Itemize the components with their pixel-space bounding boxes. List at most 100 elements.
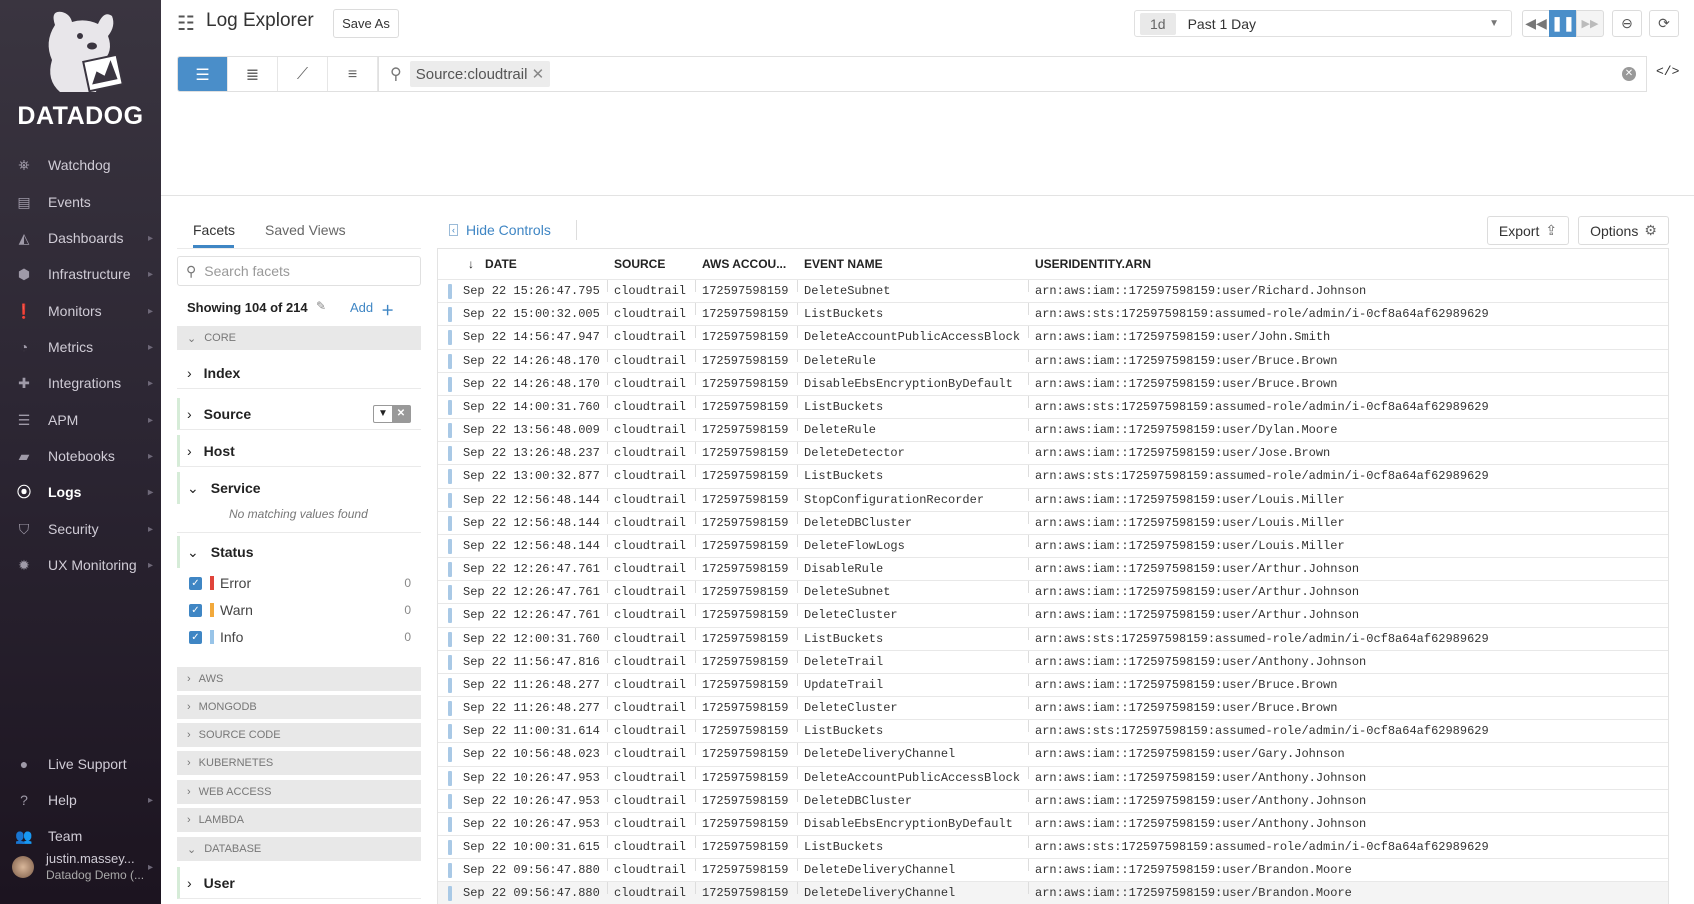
table-row[interactable]: Sep 22 12:00:31.760cloudtrail17259759815… — [438, 627, 1669, 650]
checkbox-checked-icon[interactable]: ✓ — [189, 631, 202, 644]
sidebar-item-monitors[interactable]: ❗Monitors▸ — [0, 295, 161, 327]
checkbox-checked-icon[interactable]: ✓ — [189, 604, 202, 617]
compact-list-button[interactable]: ≣ — [228, 57, 278, 92]
list-view-button[interactable]: ☰ — [178, 57, 228, 92]
table-row[interactable]: Sep 22 11:26:48.277cloudtrail17259759815… — [438, 696, 1669, 719]
facet-group-kubernetes[interactable]: ›KUBERNETES — [177, 751, 421, 775]
table-row[interactable]: Sep 22 12:26:47.761cloudtrail17259759815… — [438, 603, 1669, 626]
table-row[interactable]: Sep 22 12:56:48.144cloudtrail17259759815… — [438, 488, 1669, 511]
status-checkbox-error[interactable]: ✓Error0 — [189, 575, 411, 591]
sidebar-item-live-support[interactable]: ●Live Support — [0, 748, 161, 780]
code-icon[interactable]: </> — [1656, 64, 1679, 79]
table-row[interactable]: Sep 22 10:26:47.953cloudtrail17259759815… — [438, 766, 1669, 789]
table-row[interactable]: Sep 22 12:56:48.144cloudtrail17259759815… — [438, 511, 1669, 534]
status-checkbox-info[interactable]: ✓Info0 — [189, 629, 411, 645]
table-row[interactable]: Sep 22 12:26:47.761cloudtrail17259759815… — [438, 557, 1669, 580]
column-header-source[interactable]: SOURCE — [614, 249, 665, 279]
patterns-button[interactable]: ≡ — [328, 57, 378, 92]
table-row[interactable]: Sep 22 15:26:47.795cloudtrail17259759815… — [438, 279, 1669, 302]
hide-controls-button[interactable]: ‹Hide Controls — [449, 222, 551, 238]
column-header-event-name[interactable]: EVENT NAME — [804, 249, 883, 279]
options-button[interactable]: Options⚙ — [1578, 216, 1669, 245]
column-header-useridentity-arn[interactable]: USERIDENTITY.ARN — [1035, 249, 1151, 279]
tab-saved-views[interactable]: Saved Views — [265, 222, 346, 238]
table-row[interactable]: Sep 22 11:26:48.277cloudtrail17259759815… — [438, 673, 1669, 696]
log-search-input[interactable]: ⚲ Source:cloudtrail ✕ ✕ — [378, 56, 1647, 92]
search-facets-input[interactable]: ⚲ Search facets — [177, 256, 421, 286]
table-row[interactable]: Sep 22 10:26:47.953cloudtrail17259759815… — [438, 812, 1669, 835]
table-row[interactable]: Sep 22 14:00:31.760cloudtrail17259759815… — [438, 395, 1669, 418]
facet-user[interactable]: ›User — [177, 867, 421, 899]
refresh-button[interactable]: ⟳ — [1649, 10, 1679, 37]
filter-icon[interactable]: ▼ — [374, 406, 392, 422]
sidebar-item-help[interactable]: ?Help▸ — [0, 784, 161, 816]
sidebar-item-ux-monitoring[interactable]: ✹UX Monitoring▸ — [0, 549, 161, 581]
facet-group-core[interactable]: ⌄CORE — [177, 326, 421, 350]
sidebar-item-watchdog[interactable]: ⛯Watchdog — [0, 149, 161, 181]
user-org: Datadog Demo (... — [46, 867, 144, 883]
edit-icon[interactable]: ✎ — [316, 299, 326, 313]
sidebar-item-infrastructure[interactable]: ⬢Infrastructure▸ — [0, 258, 161, 290]
sidebar-item-events[interactable]: ▤Events — [0, 186, 161, 218]
facet-group-database[interactable]: ⌄DATABASE — [177, 837, 421, 861]
table-row[interactable]: Sep 22 14:26:48.170cloudtrail17259759815… — [438, 372, 1669, 395]
group-label: SOURCE CODE — [199, 729, 281, 741]
close-icon[interactable]: ✕ — [532, 66, 545, 83]
sort-desc-icon[interactable]: ↓ — [468, 249, 474, 279]
sidebar-item-apm[interactable]: ☰APM▸ — [0, 404, 161, 436]
zoom-out-button[interactable]: ⊖ — [1612, 10, 1642, 37]
table-row[interactable]: Sep 22 13:00:32.877cloudtrail17259759815… — [438, 464, 1669, 487]
checkbox-checked-icon[interactable]: ✓ — [189, 577, 202, 590]
table-row[interactable]: Sep 22 14:56:47.947cloudtrail17259759815… — [438, 325, 1669, 348]
facet-source[interactable]: ›Source ▼✕ — [177, 398, 421, 430]
facet-index[interactable]: ›Index — [177, 357, 421, 389]
sidebar-item-metrics[interactable]: ◔Metrics▸ — [0, 331, 161, 363]
status-checkbox-warn[interactable]: ✓Warn0 — [189, 602, 411, 618]
facet-group-aws[interactable]: ›AWS — [177, 667, 421, 691]
export-button[interactable]: Export⇪ — [1487, 216, 1569, 245]
facet-service[interactable]: ⌄Service — [177, 472, 421, 504]
table-row[interactable]: Sep 22 12:26:47.761cloudtrail17259759815… — [438, 580, 1669, 603]
sidebar-item-logs[interactable]: ⦿Logs▸ — [0, 476, 161, 508]
table-row[interactable]: Sep 22 11:56:47.816cloudtrail17259759815… — [438, 650, 1669, 673]
column-header-aws-account[interactable]: AWS ACCOU... — [702, 249, 786, 279]
cell-date: Sep 22 14:26:48.170 — [463, 350, 600, 372]
timeseries-button[interactable]: ⟋ — [278, 57, 328, 92]
time-range-select[interactable]: 1d Past 1 Day ▼ — [1134, 10, 1512, 37]
table-row[interactable]: Sep 22 09:56:47.880cloudtrail17259759815… — [438, 881, 1669, 904]
facet-group-source-code[interactable]: ›SOURCE CODE — [177, 723, 421, 747]
sidebar-item-notebooks[interactable]: ▰Notebooks▸ — [0, 440, 161, 472]
facet-host[interactable]: ›Host — [177, 435, 421, 467]
status-bar — [448, 446, 452, 461]
table-row[interactable]: Sep 22 13:26:48.237cloudtrail17259759815… — [438, 441, 1669, 464]
table-row[interactable]: Sep 22 10:00:31.615cloudtrail17259759815… — [438, 835, 1669, 858]
table-row[interactable]: Sep 22 14:26:48.170cloudtrail17259759815… — [438, 349, 1669, 372]
sidebar-item-dashboards[interactable]: ◭Dashboards▸ — [0, 222, 161, 254]
rewind-button[interactable]: ◀◀ — [1522, 10, 1550, 37]
table-row[interactable]: Sep 22 10:56:48.023cloudtrail17259759815… — [438, 742, 1669, 765]
column-header-date[interactable]: DATE — [485, 249, 517, 279]
table-row[interactable]: Sep 22 12:56:48.144cloudtrail17259759815… — [438, 534, 1669, 557]
sidebar-item-team[interactable]: 👥Team — [0, 820, 161, 852]
sidebar-item-security[interactable]: ⛉Security▸ — [0, 513, 161, 545]
table-row[interactable]: Sep 22 13:56:48.009cloudtrail17259759815… — [438, 418, 1669, 441]
remove-filter-icon[interactable]: ✕ — [392, 406, 410, 422]
facet-group-lambda[interactable]: ›LAMBDA — [177, 808, 421, 832]
facet-group-web-access[interactable]: ›WEB ACCESS — [177, 780, 421, 804]
save-as-button[interactable]: Save As — [333, 9, 399, 38]
fast-forward-button[interactable]: ▶▶ — [1576, 10, 1604, 37]
tab-facets[interactable]: Facets — [193, 222, 235, 238]
facet-status[interactable]: ⌄Status — [177, 536, 421, 568]
table-row[interactable]: Sep 22 15:00:32.005cloudtrail17259759815… — [438, 302, 1669, 325]
sidebar-item-integrations[interactable]: ✚Integrations▸ — [0, 367, 161, 399]
clear-search-icon[interactable]: ✕ — [1622, 67, 1636, 81]
table-row[interactable]: Sep 22 09:56:47.880cloudtrail17259759815… — [438, 858, 1669, 881]
search-chip[interactable]: Source:cloudtrail ✕ — [410, 61, 550, 87]
add-facet-button[interactable]: Add＋ — [350, 300, 394, 319]
table-row[interactable]: Sep 22 10:26:47.953cloudtrail17259759815… — [438, 789, 1669, 812]
pause-button[interactable]: ❚❚ — [1549, 10, 1577, 37]
table-row[interactable]: Sep 22 11:00:31.614cloudtrail17259759815… — [438, 719, 1669, 742]
datadog-logo[interactable]: DATADOG — [0, 0, 161, 135]
facet-group-mongodb[interactable]: ›MONGODB — [177, 695, 421, 719]
user-menu[interactable]: justin.massey... Datadog Demo (... ▸ — [0, 850, 161, 884]
